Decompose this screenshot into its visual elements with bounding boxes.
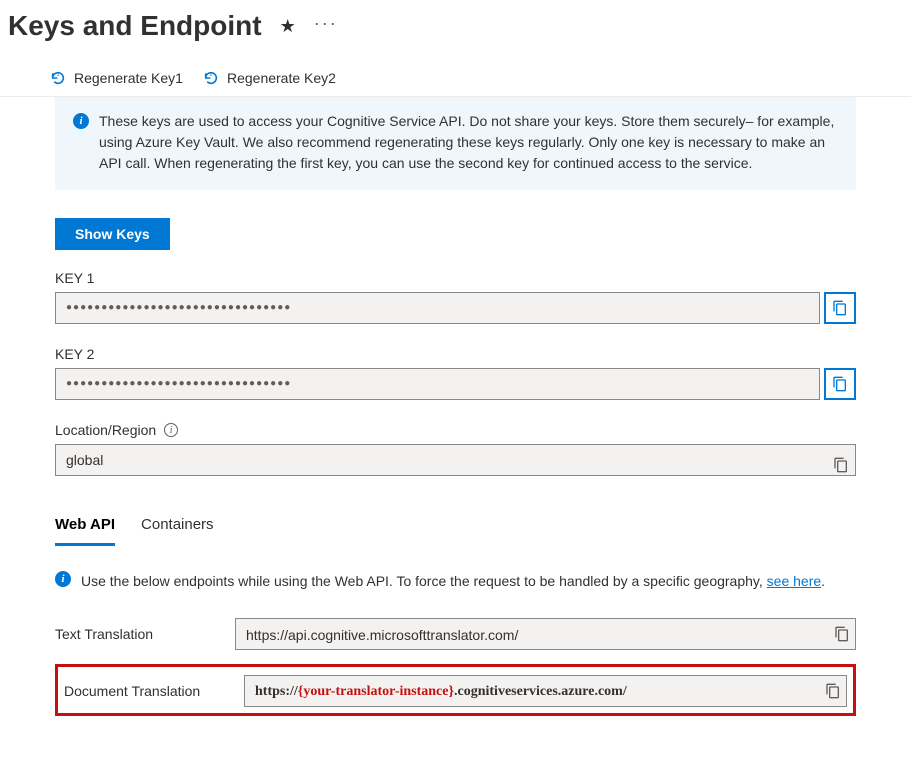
text-translation-endpoint[interactable]: https://api.cognitive.microsofttranslato… xyxy=(235,618,856,650)
info-banner: i These keys are used to access your Cog… xyxy=(55,97,856,190)
webapi-info-prefix: Use the below endpoints while using the … xyxy=(81,573,767,589)
banner-message: These keys are used to access your Cogni… xyxy=(99,111,838,174)
info-outline-icon[interactable]: i xyxy=(164,423,178,437)
webapi-info-suffix: . xyxy=(821,573,825,589)
command-bar: 1 Regenerate Key1 2 Regenerate Key2 xyxy=(0,64,911,97)
refresh-icon: 2 xyxy=(203,70,219,86)
location-input[interactable]: global xyxy=(55,444,856,476)
webapi-info: i Use the below endpoints while using th… xyxy=(55,571,856,592)
copy-key1-button[interactable] xyxy=(824,292,856,324)
copy-key2-button[interactable] xyxy=(824,368,856,400)
key2-label: KEY 2 xyxy=(55,346,856,362)
svg-text:2: 2 xyxy=(209,72,212,78)
favorite-star-icon[interactable]: ★ xyxy=(280,16,296,37)
copy-location-button[interactable] xyxy=(833,452,849,468)
copy-icon xyxy=(833,457,849,473)
info-icon: i xyxy=(73,113,89,129)
regenerate-key2-button[interactable]: 2 Regenerate Key2 xyxy=(203,70,336,86)
location-label: Location/Region i xyxy=(55,422,856,438)
toolbar-label: Regenerate Key2 xyxy=(227,70,336,86)
more-icon[interactable]: ··· xyxy=(314,13,338,34)
doc-translation-endpoint[interactable]: https://{your-translator-instance}.cogni… xyxy=(244,675,847,707)
key1-input[interactable]: ●●●●●●●●●●●●●●●●●●●●●●●●●●●●●●●● xyxy=(55,292,820,324)
refresh-icon: 1 xyxy=(50,70,66,86)
highlight-box: Document Translation https://{your-trans… xyxy=(55,664,856,716)
copy-text-translation-button[interactable] xyxy=(834,626,850,642)
copy-doc-translation-button[interactable] xyxy=(825,683,841,699)
toolbar-label: Regenerate Key1 xyxy=(74,70,183,86)
tab-web-api[interactable]: Web API xyxy=(55,510,115,546)
tab-containers[interactable]: Containers xyxy=(141,510,214,546)
key1-label: KEY 1 xyxy=(55,270,856,286)
show-keys-button[interactable]: Show Keys xyxy=(55,218,170,250)
copy-icon xyxy=(832,300,848,316)
copy-icon xyxy=(825,683,841,699)
key2-input[interactable]: ●●●●●●●●●●●●●●●●●●●●●●●●●●●●●●●● xyxy=(55,368,820,400)
svg-text:1: 1 xyxy=(57,72,60,78)
see-here-link[interactable]: see here xyxy=(767,573,821,589)
doc-translation-label: Document Translation xyxy=(64,683,224,699)
page-title: Keys and Endpoint xyxy=(8,10,262,42)
text-translation-label: Text Translation xyxy=(55,626,215,642)
regenerate-key1-button[interactable]: 1 Regenerate Key1 xyxy=(50,70,183,86)
copy-icon xyxy=(832,376,848,392)
info-icon: i xyxy=(55,571,71,587)
tab-bar: Web API Containers xyxy=(55,510,856,547)
copy-icon xyxy=(834,626,850,642)
